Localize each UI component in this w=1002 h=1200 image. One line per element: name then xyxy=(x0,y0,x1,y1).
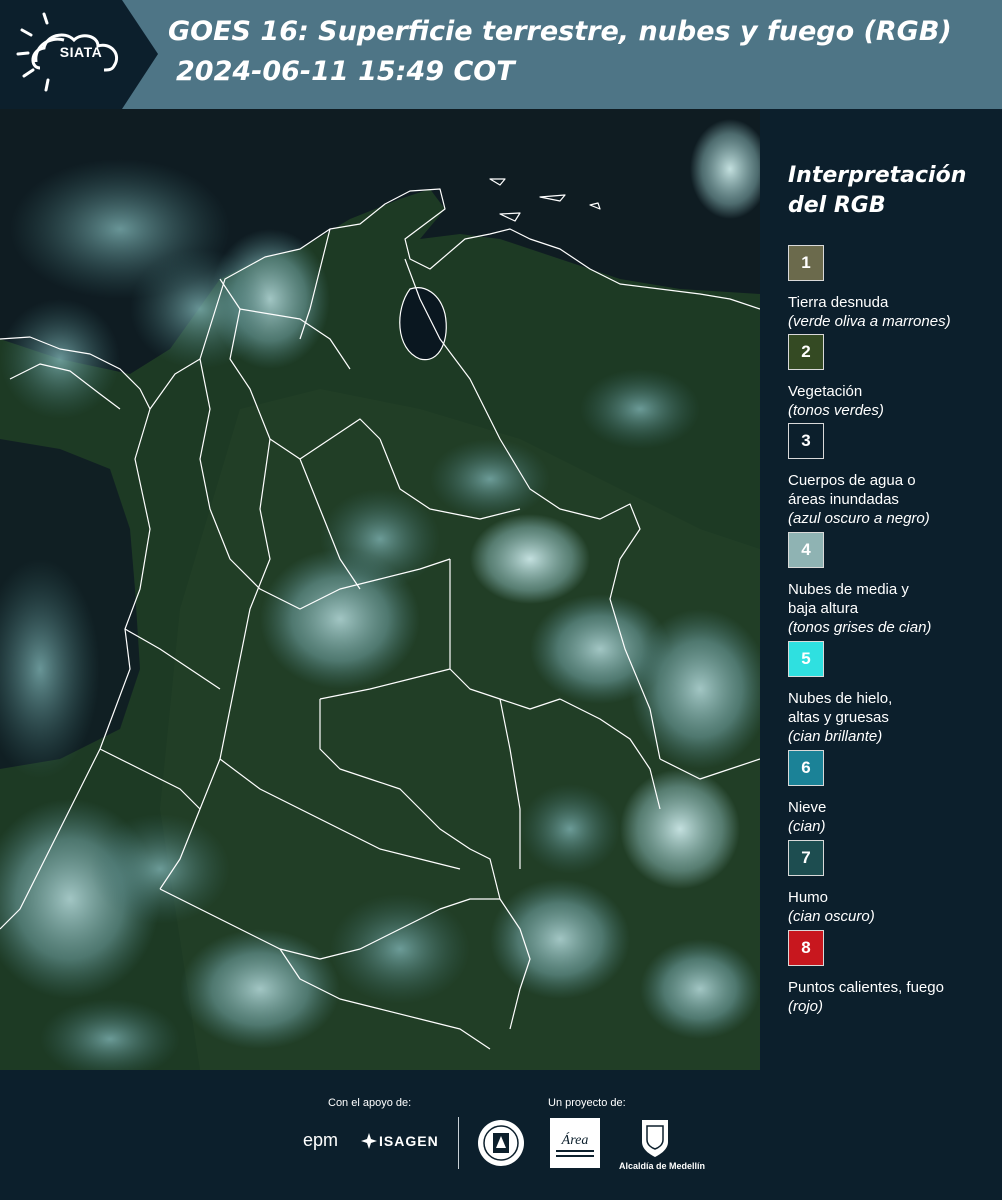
header-bar: SIATA GOES 16: Superficie terrestre, nub… xyxy=(0,0,1002,109)
alcaldia-label: Alcaldía de Medellín xyxy=(618,1161,706,1171)
legend-item: 4 Nubes de media y baja altura (tonos gr… xyxy=(788,532,998,637)
legend-item-name: Puntos calientes, fuego xyxy=(788,979,944,996)
isagen-icon xyxy=(361,1133,377,1149)
legend-item-name: Nubes de media y baja altura xyxy=(788,581,909,617)
project-label: Un proyecto de: xyxy=(548,1097,626,1109)
legend-item: 2 Vegetación (tonos verdes) xyxy=(788,334,998,420)
legend-item-desc: (verde oliva a marrones) xyxy=(788,313,951,330)
page-title: GOES 16: Superficie terrestre, nubes y f… xyxy=(168,16,952,47)
legend-item-desc: (azul oscuro a negro) xyxy=(788,510,930,527)
legend-item-desc: (cian) xyxy=(788,818,826,835)
page-datetime: 2024-06-11 15:49 COT xyxy=(176,56,515,87)
legend-item: 6 Nieve (cian) xyxy=(788,750,998,836)
legend-item: 7 Humo (cian oscuro) xyxy=(788,840,998,926)
satellite-image xyxy=(0,109,760,1070)
area-metropolitana-logo-icon: Área xyxy=(550,1118,600,1168)
legend-swatch: 2 xyxy=(788,334,824,370)
logo-text: SIATA xyxy=(59,44,103,60)
legend-swatch: 7 xyxy=(788,840,824,876)
legend-swatch: 6 xyxy=(788,750,824,786)
legend-item: 3 Cuerpos de agua o áreas inundadas (azu… xyxy=(788,423,998,528)
epm-logo: epm xyxy=(303,1130,339,1150)
legend-item-name: Vegetación xyxy=(788,383,863,400)
legend-swatch: 1 xyxy=(788,245,824,281)
legend-item: 5 Nubes de hielo, altas y gruesas (cian … xyxy=(788,641,998,746)
alcaldia-shield-icon xyxy=(642,1120,668,1157)
legend-swatch: 8 xyxy=(788,930,824,966)
support-label: Con el apoyo de: xyxy=(328,1097,412,1109)
satellite-map xyxy=(0,109,760,1070)
area-logo-text: Área xyxy=(561,1131,589,1148)
legend-item: 1 Tierra desnuda (verde oliva a marrones… xyxy=(788,245,998,331)
university-seal-icon xyxy=(478,1120,524,1166)
legend-swatch: 3 xyxy=(788,423,824,459)
legend-panel: Interpretación del RGB 1 Tierra desnuda … xyxy=(774,109,1002,1070)
legend-title: Interpretación del RGB xyxy=(788,163,967,218)
siata-logo: SIATA xyxy=(0,0,158,109)
legend-item-desc: (cian oscuro) xyxy=(788,908,875,925)
footer: Con el apoyo de: Un proyecto de: epm ISA… xyxy=(0,1070,1002,1200)
legend-item-desc: (tonos grises de cian) xyxy=(788,619,932,636)
legend-item-name: Humo xyxy=(788,889,829,906)
legend-item-desc: (cian brillante) xyxy=(788,728,883,745)
legend-item-name: Nieve xyxy=(788,799,827,816)
isagen-logo: ISAGEN xyxy=(379,1133,439,1149)
legend-item-desc: (rojo) xyxy=(788,998,824,1015)
legend-item-name: Cuerpos de agua o áreas inundadas xyxy=(788,472,916,508)
legend-swatch: 5 xyxy=(788,641,824,677)
legend-item-name: Nubes de hielo, altas y gruesas xyxy=(788,690,893,726)
legend-item-desc: (tonos verdes) xyxy=(788,402,884,419)
legend-item: 8 Puntos calientes, fuego (rojo) xyxy=(788,930,998,1016)
legend-item-name: Tierra desnuda xyxy=(788,294,889,311)
footer-divider xyxy=(458,1117,459,1169)
legend-swatch: 4 xyxy=(788,532,824,568)
